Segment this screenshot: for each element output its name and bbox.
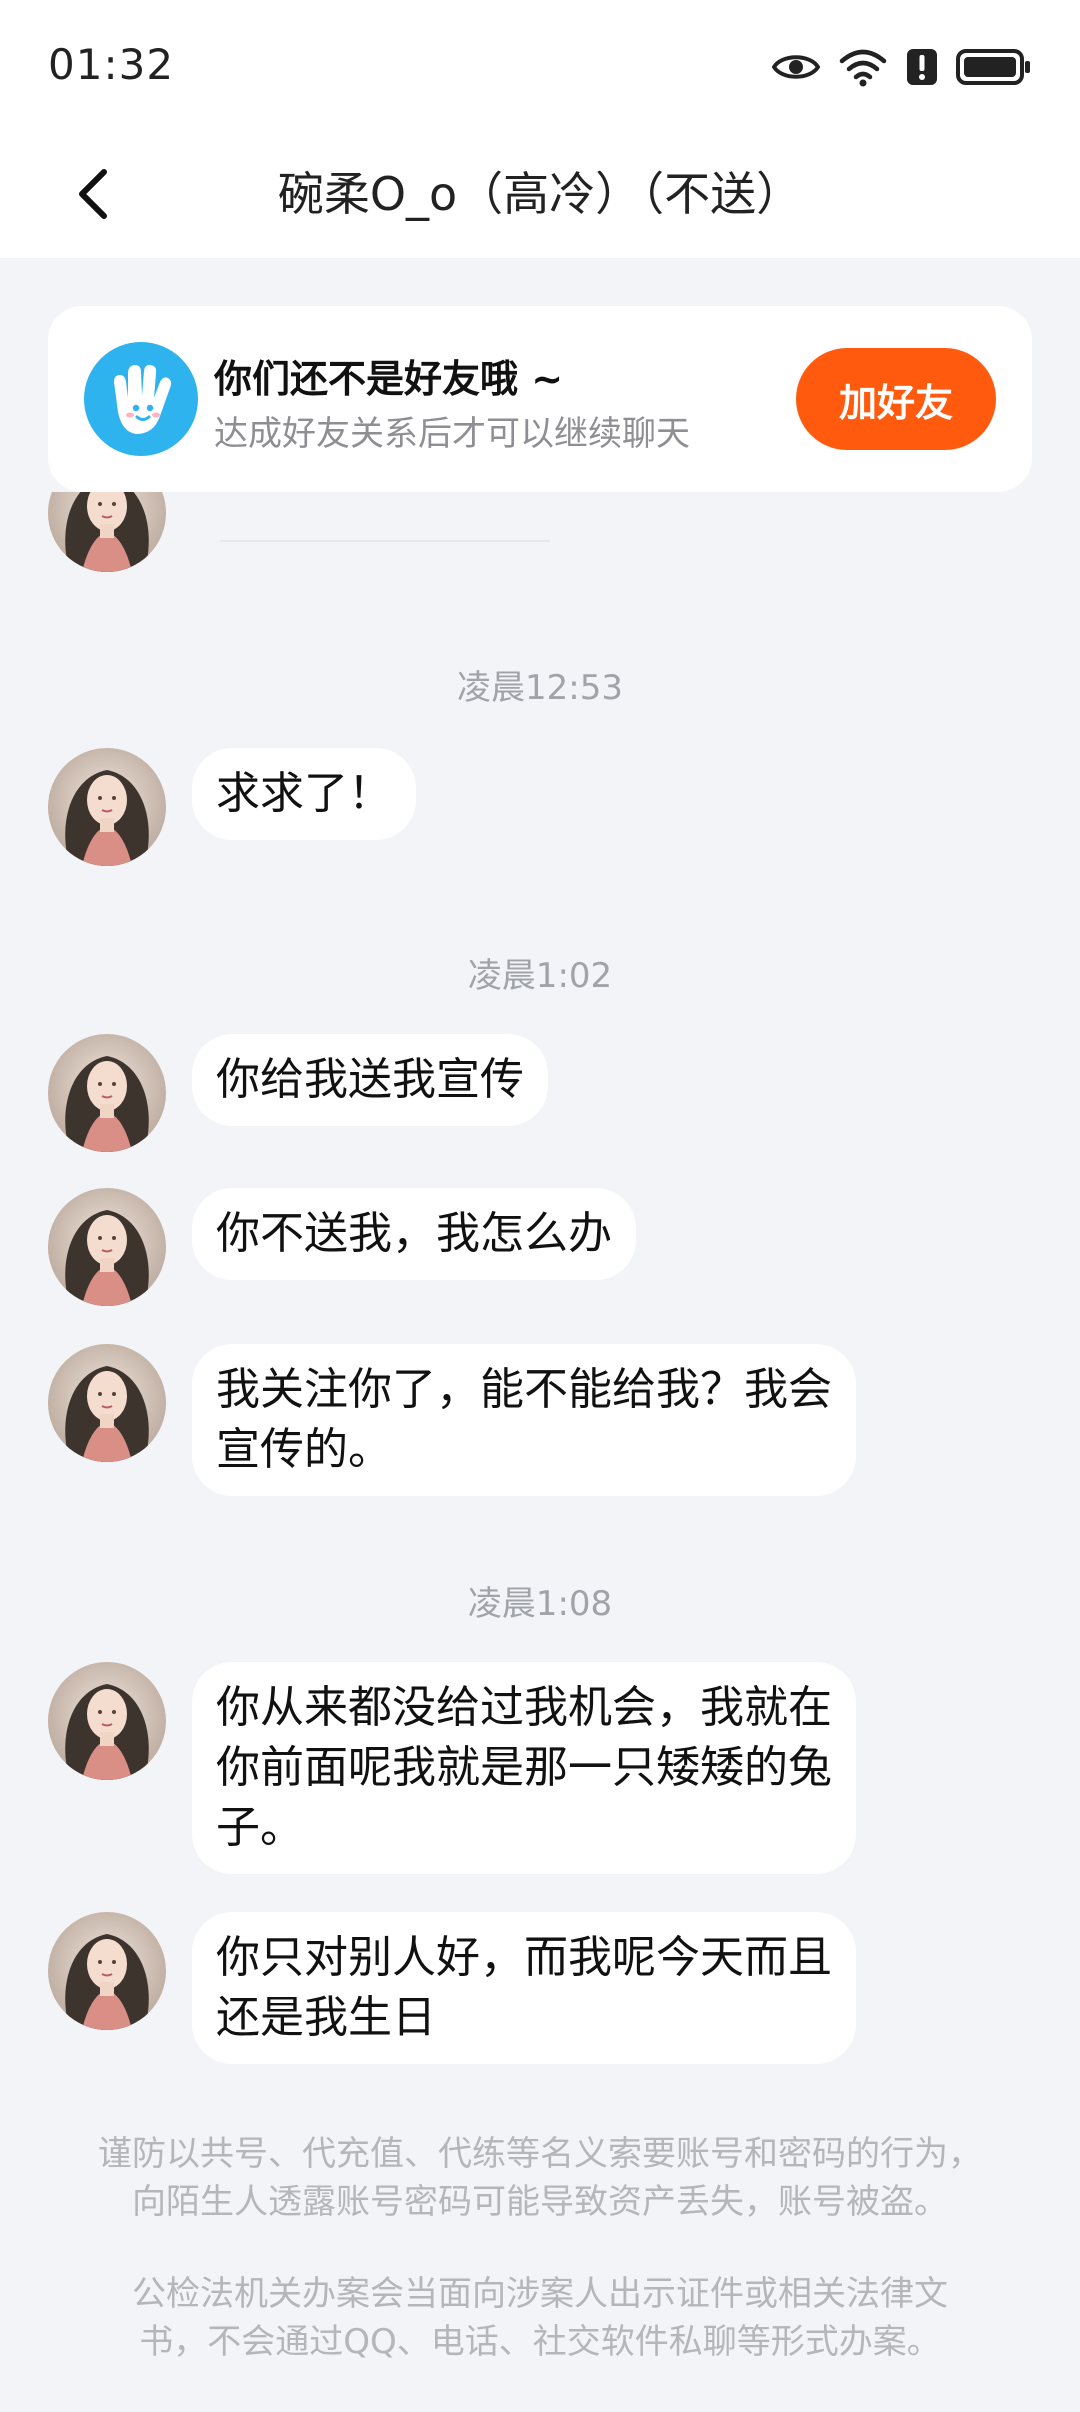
timestamp: 凌晨1:02 xyxy=(467,956,613,996)
battery-icon xyxy=(956,49,1030,85)
notice-line: 公检法机关办案会当面向涉案人出示证件或相关法律文 xyxy=(132,2274,948,2314)
status-bar: 01:32 xyxy=(0,0,1080,130)
message-bubble[interactable]: 你不送我，我怎么办 xyxy=(192,1188,636,1280)
message-line: 你只对别人好，而我呢今天而且 xyxy=(216,1932,832,1983)
alert-icon xyxy=(907,49,937,85)
message-bubble[interactable]: 你从来都没给过我机会，我就在 你前面呢我就是那一只矮矮的兔 子。 xyxy=(192,1662,856,1874)
nav-bar: 碗柔O_o（高冷）（不送） xyxy=(0,130,1080,258)
message-bubble[interactable]: 我关注你了，能不能给我？我会 宣传的。 xyxy=(192,1344,856,1496)
avatar[interactable] xyxy=(48,748,166,866)
message-line: 宣传的。 xyxy=(216,1424,392,1475)
notice-line: 书，不会通过QQ、电话、社交软件私聊等形式办案。 xyxy=(139,2322,941,2362)
message-line: 子。 xyxy=(216,1802,304,1853)
avatar[interactable] xyxy=(48,1662,166,1780)
avatar[interactable] xyxy=(48,1034,166,1152)
timestamp: 凌晨12:53 xyxy=(457,668,623,708)
status-icons xyxy=(772,44,1032,90)
eye-icon xyxy=(772,55,820,79)
add-friend-button[interactable]: 加好友 xyxy=(796,348,996,450)
legal-notice: 公检法机关办案会当面向涉案人出示证件或相关法律文 书，不会通过QQ、电话、社交软… xyxy=(72,2270,1008,2366)
page-title: 碗柔O_o（高冷）（不送） xyxy=(277,167,803,221)
wifi-icon xyxy=(839,49,887,87)
avatar[interactable] xyxy=(48,1188,166,1306)
hand-logo-icon xyxy=(84,342,198,456)
notice-line: 谨防以共号、代充值、代练等名义索要账号和密码的行为， xyxy=(98,2134,982,2174)
message-line: 还是我生日 xyxy=(216,1992,436,2043)
timestamp: 凌晨1:08 xyxy=(467,1584,613,1624)
message-line: 我关注你了，能不能给我？我会 xyxy=(216,1364,832,1415)
notice-line: 向陌生人透露账号密码可能导致资产丢失，账号被盗。 xyxy=(132,2182,948,2222)
message-bubble[interactable]: 你只对别人好，而我呢今天而且 还是我生日 xyxy=(192,1912,856,2064)
security-notice: 谨防以共号、代充值、代练等名义索要账号和密码的行为， 向陌生人透露账号密码可能导… xyxy=(72,2130,1008,2226)
avatar[interactable] xyxy=(48,492,166,572)
not-friend-banner: 你们还不是好友哦 ~ 达成好友关系后才可以继续聊天 加好友 xyxy=(48,306,1032,492)
status-time: 01:32 xyxy=(48,40,175,89)
avatar[interactable] xyxy=(48,1912,166,2030)
avatar[interactable] xyxy=(48,1344,166,1462)
banner-subtitle: 达成好友关系后才可以继续聊天 xyxy=(214,414,690,454)
message-bubble[interactable]: 你给我送我宣传 xyxy=(192,1034,548,1126)
message-line: 你从来都没给过我机会，我就在 xyxy=(216,1682,832,1733)
banner-title: 你们还不是好友哦 ~ xyxy=(214,357,564,401)
message-bubble[interactable]: 求求了！ xyxy=(192,748,416,840)
back-button[interactable] xyxy=(60,158,132,230)
chevron-left-icon xyxy=(79,169,107,219)
partial-message-row xyxy=(0,492,1080,588)
divider xyxy=(220,540,550,542)
message-line: 你前面呢我就是那一只矮矮的兔 xyxy=(216,1742,832,1793)
